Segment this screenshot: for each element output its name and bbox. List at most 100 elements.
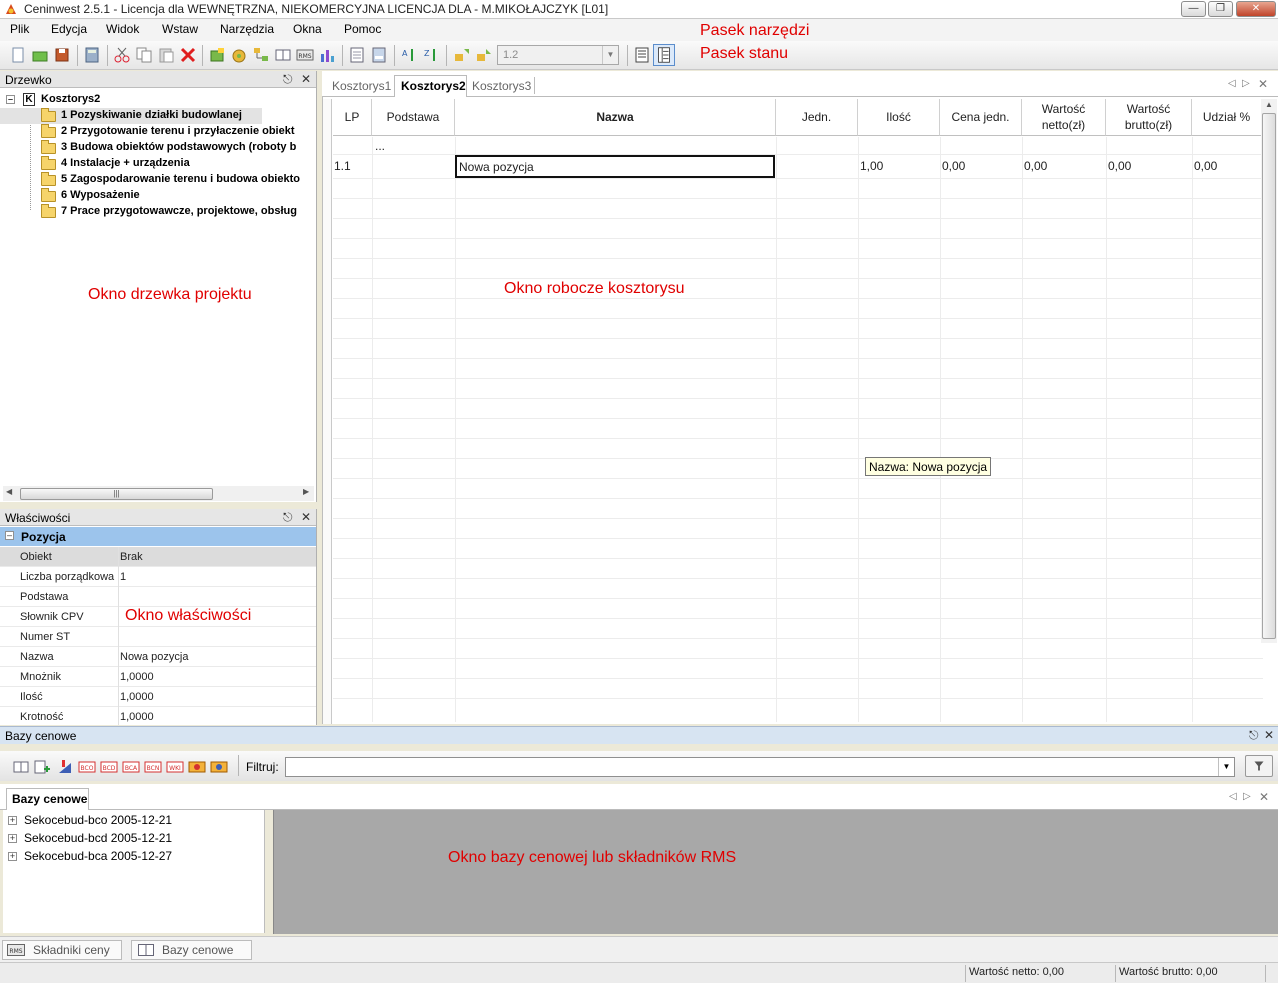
prop-row-krotnosc[interactable]: Krotność 1,0000 — [0, 707, 316, 725]
tab-next-icon[interactable]: ▷ — [1242, 78, 1250, 89]
group-ellipsis[interactable]: ... — [375, 139, 385, 153]
scroll-left-icon[interactable]: ◀ — [6, 487, 12, 496]
view-details-icon[interactable] — [653, 44, 675, 66]
calculator-icon[interactable] — [83, 46, 101, 64]
tab-prev-icon[interactable]: ◁ — [1228, 78, 1236, 89]
book-icon[interactable] — [12, 758, 30, 776]
menu-okna[interactable]: Okna — [293, 22, 322, 36]
save-icon[interactable] — [53, 46, 71, 64]
sort-asc-icon[interactable]: A — [400, 46, 418, 64]
chart-icon[interactable] — [318, 46, 336, 64]
ceny-icon[interactable] — [188, 758, 206, 776]
menu-narzedzia[interactable]: Narzędzia — [220, 22, 274, 36]
rms-icon[interactable]: RMS — [296, 46, 314, 64]
tree-structure-icon[interactable] — [252, 46, 270, 64]
sort-desc-icon[interactable]: Z — [422, 46, 440, 64]
prop-row-obiekt[interactable]: Obiekt Brak — [0, 547, 316, 567]
prop-row-ilosc[interactable]: Ilość 1,0000 — [0, 687, 316, 707]
col-ilosc[interactable]: Ilość — [858, 99, 940, 136]
cut-icon[interactable] — [113, 46, 131, 64]
pin-icon[interactable]: ⎋ — [283, 510, 293, 525]
scrollbar-thumb[interactable] — [1262, 113, 1276, 639]
menu-edycja[interactable]: Edycja — [51, 22, 87, 36]
copy-icon[interactable] — [135, 46, 153, 64]
expand-icon[interactable]: + — [8, 852, 17, 861]
expand-icon[interactable]: + — [8, 834, 17, 843]
collapse-tree-icon[interactable] — [475, 46, 493, 64]
table-row[interactable]: 1.1 Nowa pozycja 1,00 0,00 0,00 0,00 0,0… — [333, 155, 1263, 178]
col-wartosc-brutto[interactable]: Wartość brutto(zł) — [1106, 99, 1192, 136]
prop-row-podstawa[interactable]: Podstawa — [0, 587, 316, 607]
col-jedn[interactable]: Jedn. — [776, 99, 858, 136]
col-udzial[interactable]: Udział % — [1192, 99, 1262, 136]
delete-icon[interactable] — [179, 46, 197, 64]
tab-kosztorys3[interactable]: Kosztorys3 — [472, 79, 531, 93]
tab-bazy-cenowe-bottom[interactable]: Bazy cenowe — [131, 940, 252, 960]
import-icon[interactable] — [56, 758, 74, 776]
filter-input[interactable]: ▼ — [285, 757, 1235, 777]
col-podstawa[interactable]: Podstawa — [372, 99, 455, 136]
zoom-select[interactable]: 1.2 ▼ — [497, 45, 619, 65]
close-icon[interactable]: ✕ — [301, 72, 311, 86]
properties-section[interactable]: – Pozycja — [0, 527, 316, 546]
tab-kosztorys2[interactable]: Kosztorys2 — [401, 79, 466, 93]
tab-skladniki-ceny[interactable]: RMS Składniki ceny — [2, 940, 122, 960]
close-icon[interactable]: ✕ — [1258, 77, 1268, 91]
view-list-icon[interactable] — [633, 46, 651, 64]
wki-icon[interactable]: WKI — [166, 758, 184, 776]
close-icon[interactable]: ✕ — [1259, 790, 1269, 804]
col-lp[interactable]: LP — [333, 99, 372, 136]
menu-wstaw[interactable]: Wstaw — [162, 22, 198, 36]
bca-icon[interactable]: BCA — [122, 758, 140, 776]
book-icon[interactable] — [274, 46, 292, 64]
scrollbar-thumb[interactable]: ||| — [20, 488, 213, 500]
vertical-scrollbar[interactable]: ▲ — [1261, 99, 1277, 643]
prop-row-mnoznik[interactable]: Mnożnik 1,0000 — [0, 667, 316, 687]
expand-tree-icon[interactable] — [453, 46, 471, 64]
print-icon[interactable] — [370, 46, 388, 64]
close-icon[interactable]: ✕ — [1264, 728, 1274, 742]
insert-position-icon[interactable] — [208, 46, 226, 64]
open-folder-icon[interactable] — [31, 46, 49, 64]
report-icon[interactable] — [348, 46, 366, 64]
pin-icon[interactable]: ⎋ — [1249, 728, 1259, 743]
col-wartosc-netto[interactable]: Wartość netto(zł) — [1022, 99, 1106, 136]
add-pricebase-icon[interactable] — [33, 758, 51, 776]
tab-prev-icon[interactable]: ◁ — [1229, 791, 1237, 802]
bco-icon[interactable]: BCO — [78, 758, 96, 776]
col-cena[interactable]: Cena jedn. — [940, 99, 1022, 136]
scroll-up-icon[interactable]: ▲ — [1265, 100, 1273, 109]
prop-row-nazwa[interactable]: Nazwa Nowa pozycja — [0, 647, 316, 667]
insert-element-icon[interactable] — [230, 46, 248, 64]
minimize-button[interactable]: — — [1181, 1, 1206, 17]
new-document-icon[interactable] — [9, 46, 27, 64]
close-window-button[interactable]: ✕ — [1236, 1, 1276, 17]
expand-icon[interactable]: + — [8, 816, 17, 825]
pin-icon[interactable]: ⎋ — [283, 72, 293, 87]
chevron-down-icon[interactable]: ▼ — [1218, 758, 1234, 776]
bcn-icon[interactable]: BCN — [144, 758, 162, 776]
prop-row-numer-st[interactable]: Numer ST — [0, 627, 316, 647]
tab-bazy-cenowe[interactable]: Bazy cenowe — [12, 792, 87, 806]
bcd-icon[interactable]: BCD — [100, 758, 118, 776]
resize-grip[interactable] — [1265, 965, 1278, 982]
filter-apply-icon[interactable] — [1245, 755, 1273, 777]
close-icon[interactable]: ✕ — [301, 510, 311, 524]
col-nazwa[interactable]: Nazwa — [455, 99, 776, 136]
cell-cena: 0,00 — [942, 159, 966, 173]
horizontal-scrollbar[interactable]: ◀ ||| ▶ — [3, 486, 314, 501]
prop-row-liczba[interactable]: Liczba porządkowa 1 — [0, 567, 316, 587]
menu-plik[interactable]: Plik — [10, 22, 29, 36]
tab-next-icon[interactable]: ▷ — [1243, 791, 1251, 802]
ceny-alt-icon[interactable] — [210, 758, 228, 776]
cell-nazwa-input[interactable]: Nowa pozycja — [455, 155, 775, 178]
scroll-right-icon[interactable]: ▶ — [303, 487, 309, 496]
collapse-icon[interactable]: – — [6, 95, 15, 104]
paste-icon[interactable] — [157, 46, 175, 64]
restore-button[interactable]: ❐ — [1208, 1, 1233, 17]
collapse-icon[interactable]: – — [5, 531, 14, 540]
tree-item-1[interactable]: 1 Pozyskiwanie działki budowlanej — [0, 108, 262, 124]
menu-widok[interactable]: Widok — [106, 22, 139, 36]
menu-pomoc[interactable]: Pomoc — [344, 22, 381, 36]
tab-kosztorys1[interactable]: Kosztorys1 — [332, 79, 391, 93]
